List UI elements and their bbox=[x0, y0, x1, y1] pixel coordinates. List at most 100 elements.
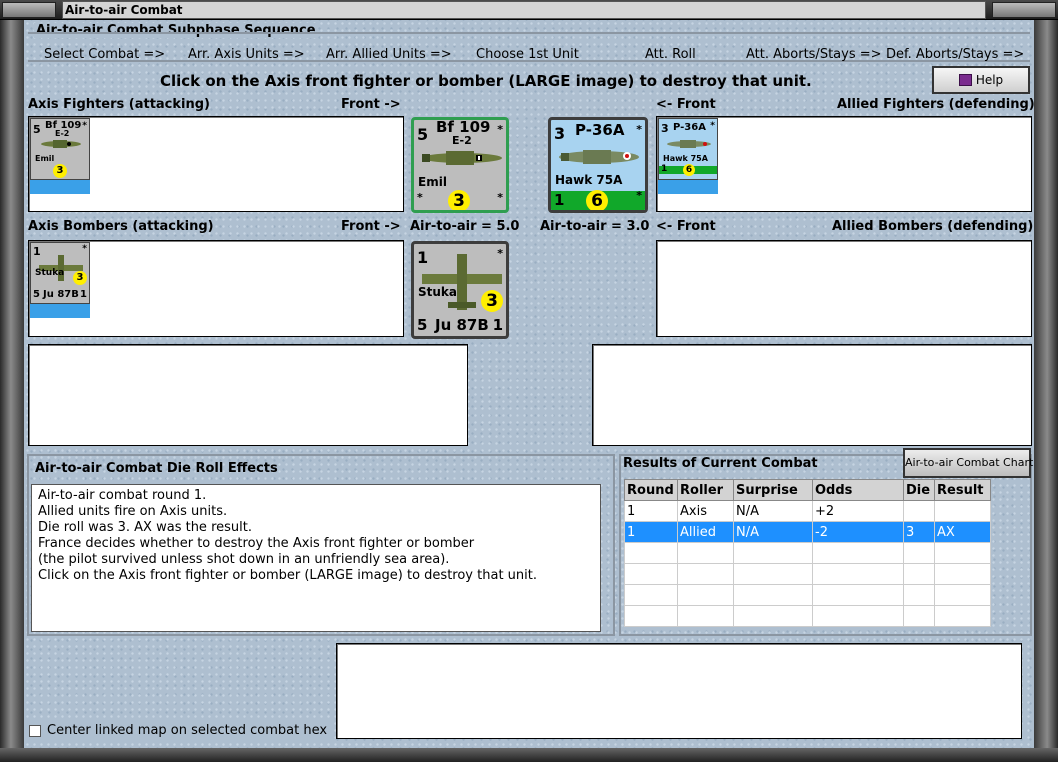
allied-front-fighter-counter[interactable]: 3 P-36A * Hawk 75A 1 * 6 bbox=[548, 117, 648, 213]
cell-round: 1 bbox=[624, 521, 678, 543]
axis-front-fighter-star-top: * bbox=[497, 123, 503, 136]
system-menu-button[interactable] bbox=[2, 2, 56, 18]
axis-bombers-front-label: Front -> bbox=[341, 219, 401, 234]
axis-bomber-small-status-bar bbox=[30, 304, 90, 318]
die-roll-line: Click on the Axis front fighter or bombe… bbox=[38, 568, 537, 583]
bf109-plane-small-icon bbox=[41, 140, 81, 148]
die-roll-line: (the pilot survived unless shot down in … bbox=[38, 552, 450, 567]
axis-fighter-small-nickname: Emil bbox=[35, 154, 55, 163]
axis-front-fighter-star-br: * bbox=[497, 191, 503, 204]
instruction-text: Click on the Axis front fighter or bombe… bbox=[160, 72, 812, 90]
center-map-checkbox[interactable] bbox=[29, 725, 41, 737]
table-row-empty bbox=[624, 605, 991, 627]
cell-die bbox=[903, 500, 935, 522]
allied-front-fighter-left-value: 3 bbox=[554, 124, 566, 143]
allied-fighters-label: Allied Fighters (defending) bbox=[837, 97, 1035, 112]
die-roll-line: France decides whether to destroy the Ax… bbox=[38, 536, 475, 551]
col-odds[interactable]: Odds bbox=[812, 479, 904, 501]
allied-fighter-small-status-bar bbox=[658, 180, 718, 194]
allied-fighter-small-counter[interactable]: 3 P-36A * Hawk 75A 1 6 bbox=[658, 118, 718, 180]
window-controls[interactable] bbox=[992, 2, 1056, 18]
axis-front-bomber-bottom-left: 5 bbox=[417, 316, 428, 334]
axis-front-bomber-nickname: Stuka bbox=[418, 285, 457, 299]
sequence-step-att-aborts: Att. Aborts/Stays => bbox=[746, 47, 882, 62]
window-frame-left bbox=[0, 20, 24, 762]
axis-front-fighter-counter[interactable]: 5 Bf 109 E-2 * Emil * * 3 bbox=[411, 117, 509, 213]
allied-fighter-small-bottom-left: 1 bbox=[661, 164, 668, 174]
p36a-plane-small-icon bbox=[667, 140, 711, 148]
die-roll-effects-title: Air-to-air Combat Die Roll Effects bbox=[35, 461, 278, 476]
help-book-icon bbox=[958, 74, 972, 86]
results-table: Round Roller Surprise Odds Die Result 1 … bbox=[624, 479, 991, 627]
axis-front-fighter-left-value: 5 bbox=[417, 125, 429, 144]
axis-fighters-front-label: Front -> bbox=[341, 97, 401, 112]
die-roll-line: Allied units fire on Axis units. bbox=[38, 504, 228, 519]
col-result[interactable]: Result bbox=[934, 479, 991, 501]
axis-bomber-small-bottom-left: 5 bbox=[33, 289, 40, 300]
die-roll-line: Air-to-air combat round 1. bbox=[38, 488, 207, 503]
table-row-empty bbox=[624, 584, 991, 606]
axis-bomber-small-rating: 3 bbox=[73, 271, 87, 285]
allied-bombers-front-label: <- Front bbox=[656, 219, 716, 234]
help-button[interactable]: Help bbox=[932, 66, 1030, 94]
combat-log-panel[interactable] bbox=[336, 643, 1022, 739]
center-map-label: Center linked map on selected combat hex bbox=[47, 723, 328, 738]
axis-front-fighter-star-bl: * bbox=[417, 191, 423, 204]
sequence-step-arr-axis: Arr. Axis Units => bbox=[188, 47, 305, 62]
allied-front-fighter-bottom-left: 1 bbox=[554, 191, 565, 209]
axis-fighter-small-left-value: 5 bbox=[33, 123, 41, 136]
window-frame-bottom bbox=[0, 748, 1058, 762]
col-die[interactable]: Die bbox=[903, 479, 935, 501]
air-to-air-combat-window: Air-to-air Combat Air-to-air Combat Subp… bbox=[0, 0, 1058, 762]
cell-result: AX bbox=[934, 521, 991, 543]
cell-round: 1 bbox=[624, 500, 678, 522]
table-row-selected[interactable]: 1 Allied N/A -2 3 AX bbox=[624, 521, 991, 543]
axis-front-bomber-counter[interactable]: 1 * Stuka 3 5 Ju 87B 1 bbox=[411, 241, 509, 339]
results-title: Results of Current Combat bbox=[623, 456, 818, 471]
axis-fighter-small-rating: 3 bbox=[53, 164, 67, 178]
allied-fighter-small-rating: 6 bbox=[683, 164, 695, 176]
axis-front-bomber-bottom-right: 1 bbox=[492, 316, 503, 334]
axis-bomber-small-nickname: Stuka bbox=[35, 268, 65, 278]
cell-odds: -2 bbox=[812, 521, 904, 543]
table-row-empty bbox=[624, 563, 991, 585]
cell-roller: Allied bbox=[677, 521, 734, 543]
axis-fighter-small-status-bar bbox=[30, 180, 90, 194]
allied-bombers-label: Allied Bombers (defending) bbox=[832, 219, 1034, 234]
table-row-empty bbox=[624, 542, 991, 564]
p36a-plane-icon bbox=[559, 150, 639, 164]
col-roller[interactable]: Roller bbox=[677, 479, 734, 501]
allied-reserve-panel[interactable] bbox=[592, 344, 1032, 446]
allied-air-to-air-value: Air-to-air = 3.0 bbox=[540, 219, 650, 234]
allied-front-fighter-star-br: * bbox=[636, 189, 642, 202]
sequence-step-select-combat: Select Combat => bbox=[44, 47, 166, 62]
col-round[interactable]: Round bbox=[624, 479, 678, 501]
axis-fighters-label: Axis Fighters (attacking) bbox=[28, 97, 210, 112]
allied-fighters-front-label: <- Front bbox=[656, 97, 716, 112]
allied-bombers-list[interactable] bbox=[656, 240, 1032, 337]
axis-fighter-small-counter[interactable]: 5 Bf 109 E-2 * Emil 3 bbox=[30, 118, 90, 180]
axis-reserve-panel[interactable] bbox=[28, 344, 468, 446]
axis-bombers-label: Axis Bombers (attacking) bbox=[28, 219, 214, 234]
col-surprise[interactable]: Surprise bbox=[733, 479, 813, 501]
cell-odds: +2 bbox=[812, 500, 904, 522]
allied-front-fighter-rating: 6 bbox=[586, 190, 608, 210]
axis-front-fighter-name: Bf 109 bbox=[436, 118, 491, 136]
sequence-step-att-roll: Att. Roll bbox=[645, 47, 696, 62]
table-row[interactable]: 1 Axis N/A +2 bbox=[624, 500, 991, 522]
window-frame-right bbox=[1034, 20, 1058, 762]
allied-fighter-small-nickname: Hawk 75A bbox=[663, 154, 708, 163]
cell-surprise: N/A bbox=[733, 521, 813, 543]
cell-die: 3 bbox=[903, 521, 935, 543]
air-to-air-combat-chart-button[interactable]: Air-to-air Combat Chart bbox=[903, 448, 1033, 478]
client-area: Air-to-air Combat Subphase Sequence Sele… bbox=[24, 20, 1035, 748]
die-roll-effects-text: Air-to-air combat round 1. Allied units … bbox=[31, 484, 601, 632]
sequence-step-def-aborts: Def. Aborts/Stays => bbox=[886, 47, 1025, 62]
axis-front-bomber-name: Ju 87B bbox=[435, 316, 489, 334]
cell-surprise: N/A bbox=[733, 500, 813, 522]
allied-front-fighter-name: P-36A bbox=[575, 121, 625, 139]
sequence-step-arr-allied: Arr. Allied Units => bbox=[326, 47, 452, 62]
allied-fighter-small-left-value: 3 bbox=[661, 122, 669, 135]
axis-bomber-small-counter[interactable]: 1 * Stuka 3 5 Ju 87B 1 bbox=[30, 242, 90, 304]
allied-fighter-small-name: P-36A bbox=[673, 122, 706, 133]
